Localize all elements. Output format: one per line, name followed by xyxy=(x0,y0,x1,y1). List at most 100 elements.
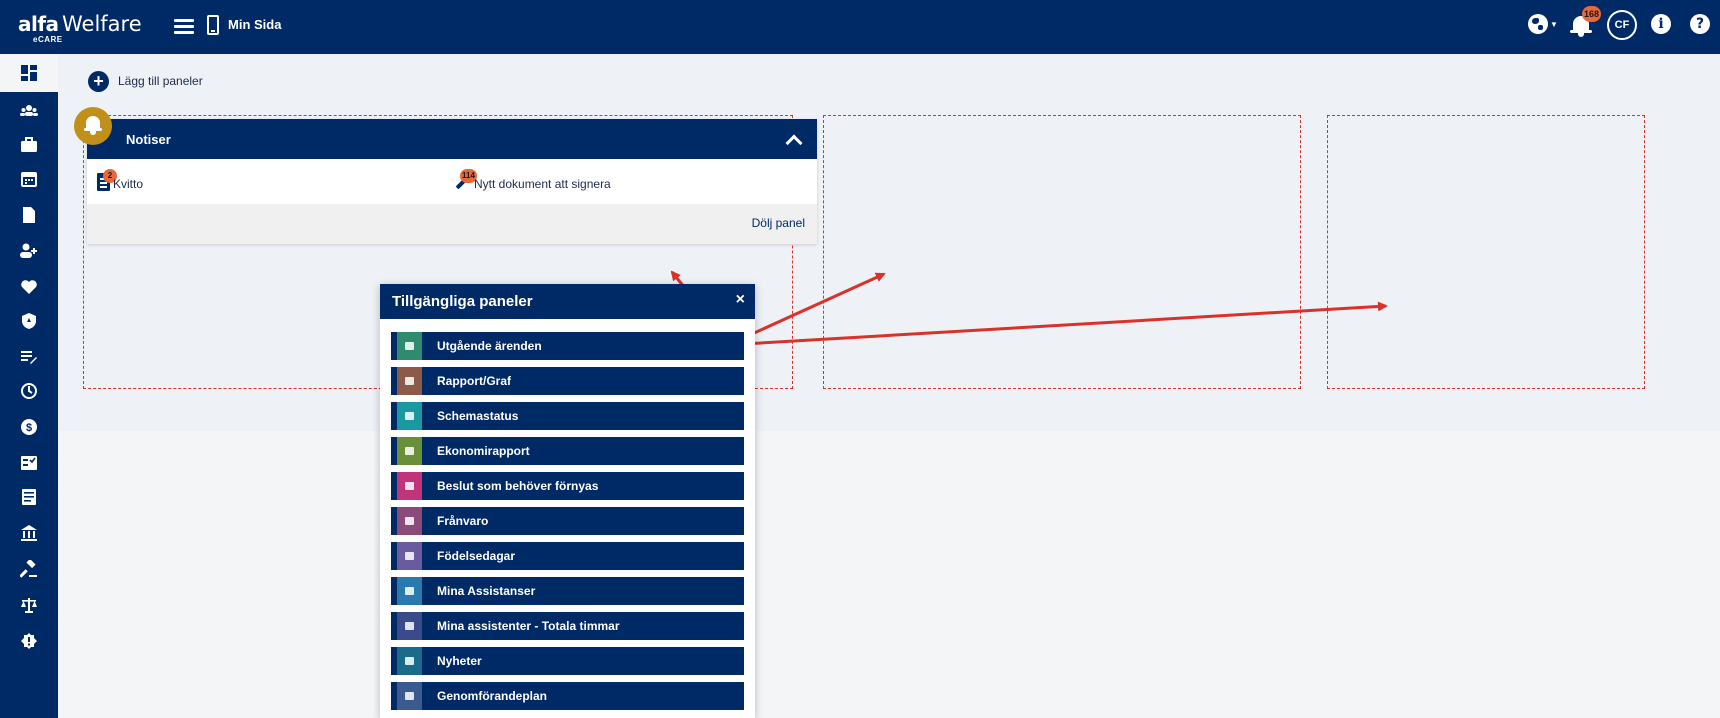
panel-color-icon xyxy=(397,612,422,640)
sidebar-item-article[interactable] xyxy=(0,478,58,516)
calendar-icon xyxy=(20,170,38,188)
sidebar-item-dollar[interactable]: $ xyxy=(0,408,58,446)
alert-badge-icon xyxy=(20,632,38,650)
sidebar-item-alert-badge[interactable] xyxy=(0,622,58,660)
panel-color-icon xyxy=(397,367,422,395)
notification-count-badge: 168 xyxy=(1582,6,1602,22)
notification-item-sign-document[interactable]: 114 Nytt dokument att signera xyxy=(450,169,700,195)
dollar-icon: $ xyxy=(20,418,38,436)
add-person-icon xyxy=(20,242,38,260)
hide-panel-link[interactable]: Dölj panel xyxy=(752,216,805,230)
chevron-up-icon[interactable] xyxy=(784,131,802,147)
panel-color-icon xyxy=(397,682,422,710)
heart-icon xyxy=(20,278,38,296)
sidebar-item-calendar[interactable] xyxy=(0,160,58,198)
available-panel-item[interactable]: Utgående ärenden xyxy=(391,332,744,360)
available-panel-item[interactable]: Beslut som behöver förnyas xyxy=(391,472,744,500)
dialog-title: Tillgängliga paneler xyxy=(392,293,533,310)
clock-icon xyxy=(20,382,38,400)
shield-icon xyxy=(20,312,38,330)
notification-item-label: Kvitto xyxy=(113,177,144,191)
notiser-panel: Notiser 2 Kvitto 114 Nytt dokument att s… xyxy=(87,119,817,244)
panel-dropzone-2[interactable] xyxy=(823,115,1301,389)
panel-color-icon xyxy=(397,402,422,430)
available-panel-item[interactable]: Nyheter xyxy=(391,647,744,675)
menu-icon[interactable] xyxy=(174,16,194,38)
available-panel-item[interactable]: Födelsedagar xyxy=(391,542,744,570)
available-panel-item[interactable]: Mina assistenter - Totala timmar xyxy=(391,612,744,640)
document-icon xyxy=(20,206,38,224)
available-panel-label: Nyheter xyxy=(437,654,482,668)
sidebar-item-heart[interactable] xyxy=(0,268,58,306)
sidebar-item-dashboard[interactable] xyxy=(0,54,58,92)
logo-sub: eCARE xyxy=(33,35,63,44)
close-icon[interactable]: × xyxy=(736,291,745,309)
user-avatar[interactable]: CF xyxy=(1607,10,1637,40)
available-panel-item[interactable]: Genomförandeplan xyxy=(391,682,744,710)
help-icon[interactable]: ? xyxy=(1690,14,1710,34)
add-panels-label: Lägg till paneler xyxy=(118,74,203,88)
available-panel-item[interactable]: Frånvaro xyxy=(391,507,744,535)
available-panel-label: Mina assistenter - Totala timmar xyxy=(437,619,620,633)
sidebar-item-add-person[interactable] xyxy=(0,232,58,270)
caret-down-icon[interactable]: ▼ xyxy=(1550,20,1558,29)
available-panel-item[interactable]: Ekonomirapport xyxy=(391,437,744,465)
available-panel-label: Rapport/Graf xyxy=(437,374,512,388)
available-panel-label: Frånvaro xyxy=(437,514,489,528)
panel-color-icon xyxy=(397,577,422,605)
sidebar-item-scales[interactable] xyxy=(0,586,58,624)
panel-color-icon xyxy=(397,472,422,500)
app-logo[interactable]: alfa Welfare eCARE xyxy=(18,12,168,46)
notiser-panel-title: Notiser xyxy=(126,132,171,147)
checklist-icon xyxy=(20,454,38,472)
sidebar-item-gavel[interactable] xyxy=(0,550,58,588)
scales-icon xyxy=(20,596,38,614)
top-bar: alfa Welfare eCARE Min Sida ▼ 168 CF i ? xyxy=(0,0,1720,54)
available-panel-label: Beslut som behöver förnyas xyxy=(437,479,599,493)
notiser-panel-footer: Dölj panel xyxy=(87,204,817,244)
globe-icon[interactable] xyxy=(1528,14,1548,34)
notification-item-label: Nytt dokument att signera xyxy=(474,177,611,191)
sidebar-item-clock[interactable] xyxy=(0,372,58,410)
panel-color-icon xyxy=(397,332,422,360)
article-icon xyxy=(20,488,38,506)
list-edit-icon xyxy=(20,348,38,366)
sidebar-item-checklist[interactable] xyxy=(0,444,58,482)
panel-dropzone-3[interactable] xyxy=(1327,115,1645,389)
available-panel-item[interactable]: Mina Assistanser xyxy=(391,577,744,605)
sidebar-item-list-edit[interactable] xyxy=(0,338,58,376)
panel-color-icon xyxy=(397,437,422,465)
logo-word: alfa xyxy=(18,12,59,36)
available-panel-label: Ekonomirapport xyxy=(437,444,530,458)
panel-color-icon xyxy=(397,647,422,675)
sidebar-item-group[interactable] xyxy=(0,92,58,130)
sidebar-item-shield[interactable] xyxy=(0,302,58,340)
plus-circle-icon: + xyxy=(88,71,109,92)
sidebar: $ xyxy=(0,54,58,718)
briefcase-icon xyxy=(20,136,38,154)
dialog-header: Tillgängliga paneler × xyxy=(380,284,755,319)
dashboard-icon xyxy=(20,64,38,82)
sidebar-item-bank[interactable] xyxy=(0,514,58,552)
available-panel-label: Schemastatus xyxy=(437,409,519,423)
available-panel-label: Utgående ärenden xyxy=(437,339,542,353)
notiser-panel-header: Notiser xyxy=(87,119,817,159)
sidebar-item-document[interactable] xyxy=(0,196,58,234)
available-panels-dialog: Tillgängliga paneler × Utgående ärenden R… xyxy=(380,284,755,718)
svg-text:$: $ xyxy=(26,422,32,434)
available-panel-label: Födelsedagar xyxy=(437,549,516,563)
available-panel-label: Mina Assistanser xyxy=(437,584,536,598)
available-panel-item[interactable]: Schemastatus xyxy=(391,402,744,430)
bank-icon xyxy=(20,524,38,542)
mobile-icon xyxy=(207,15,219,35)
notiser-bell-icon xyxy=(74,107,112,145)
available-panel-label: Genomförandeplan xyxy=(437,689,548,703)
notification-item-kvitto[interactable]: 2 Kvitto xyxy=(97,169,217,195)
logo-name: Welfare xyxy=(62,12,142,36)
info-icon[interactable]: i xyxy=(1651,14,1671,34)
sidebar-item-briefcase[interactable] xyxy=(0,126,58,164)
group-icon xyxy=(20,102,38,120)
gavel-icon xyxy=(19,558,38,578)
page-title: Min Sida xyxy=(228,17,282,32)
available-panel-item[interactable]: Rapport/Graf xyxy=(391,367,744,395)
